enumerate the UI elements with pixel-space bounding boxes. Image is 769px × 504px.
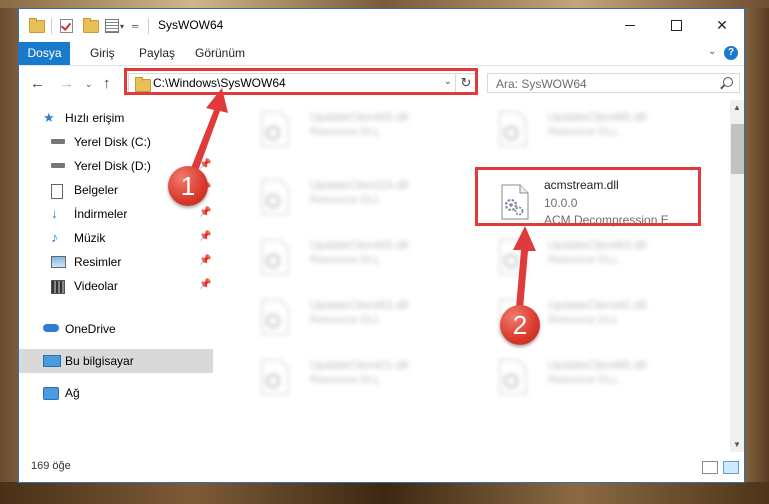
annotation-arrows [191, 88, 536, 309]
step-marker-1: 1 [168, 166, 208, 206]
arrow-1 [191, 88, 228, 171]
arrow-2 [513, 226, 536, 309]
step-marker-2: 2 [500, 305, 540, 345]
